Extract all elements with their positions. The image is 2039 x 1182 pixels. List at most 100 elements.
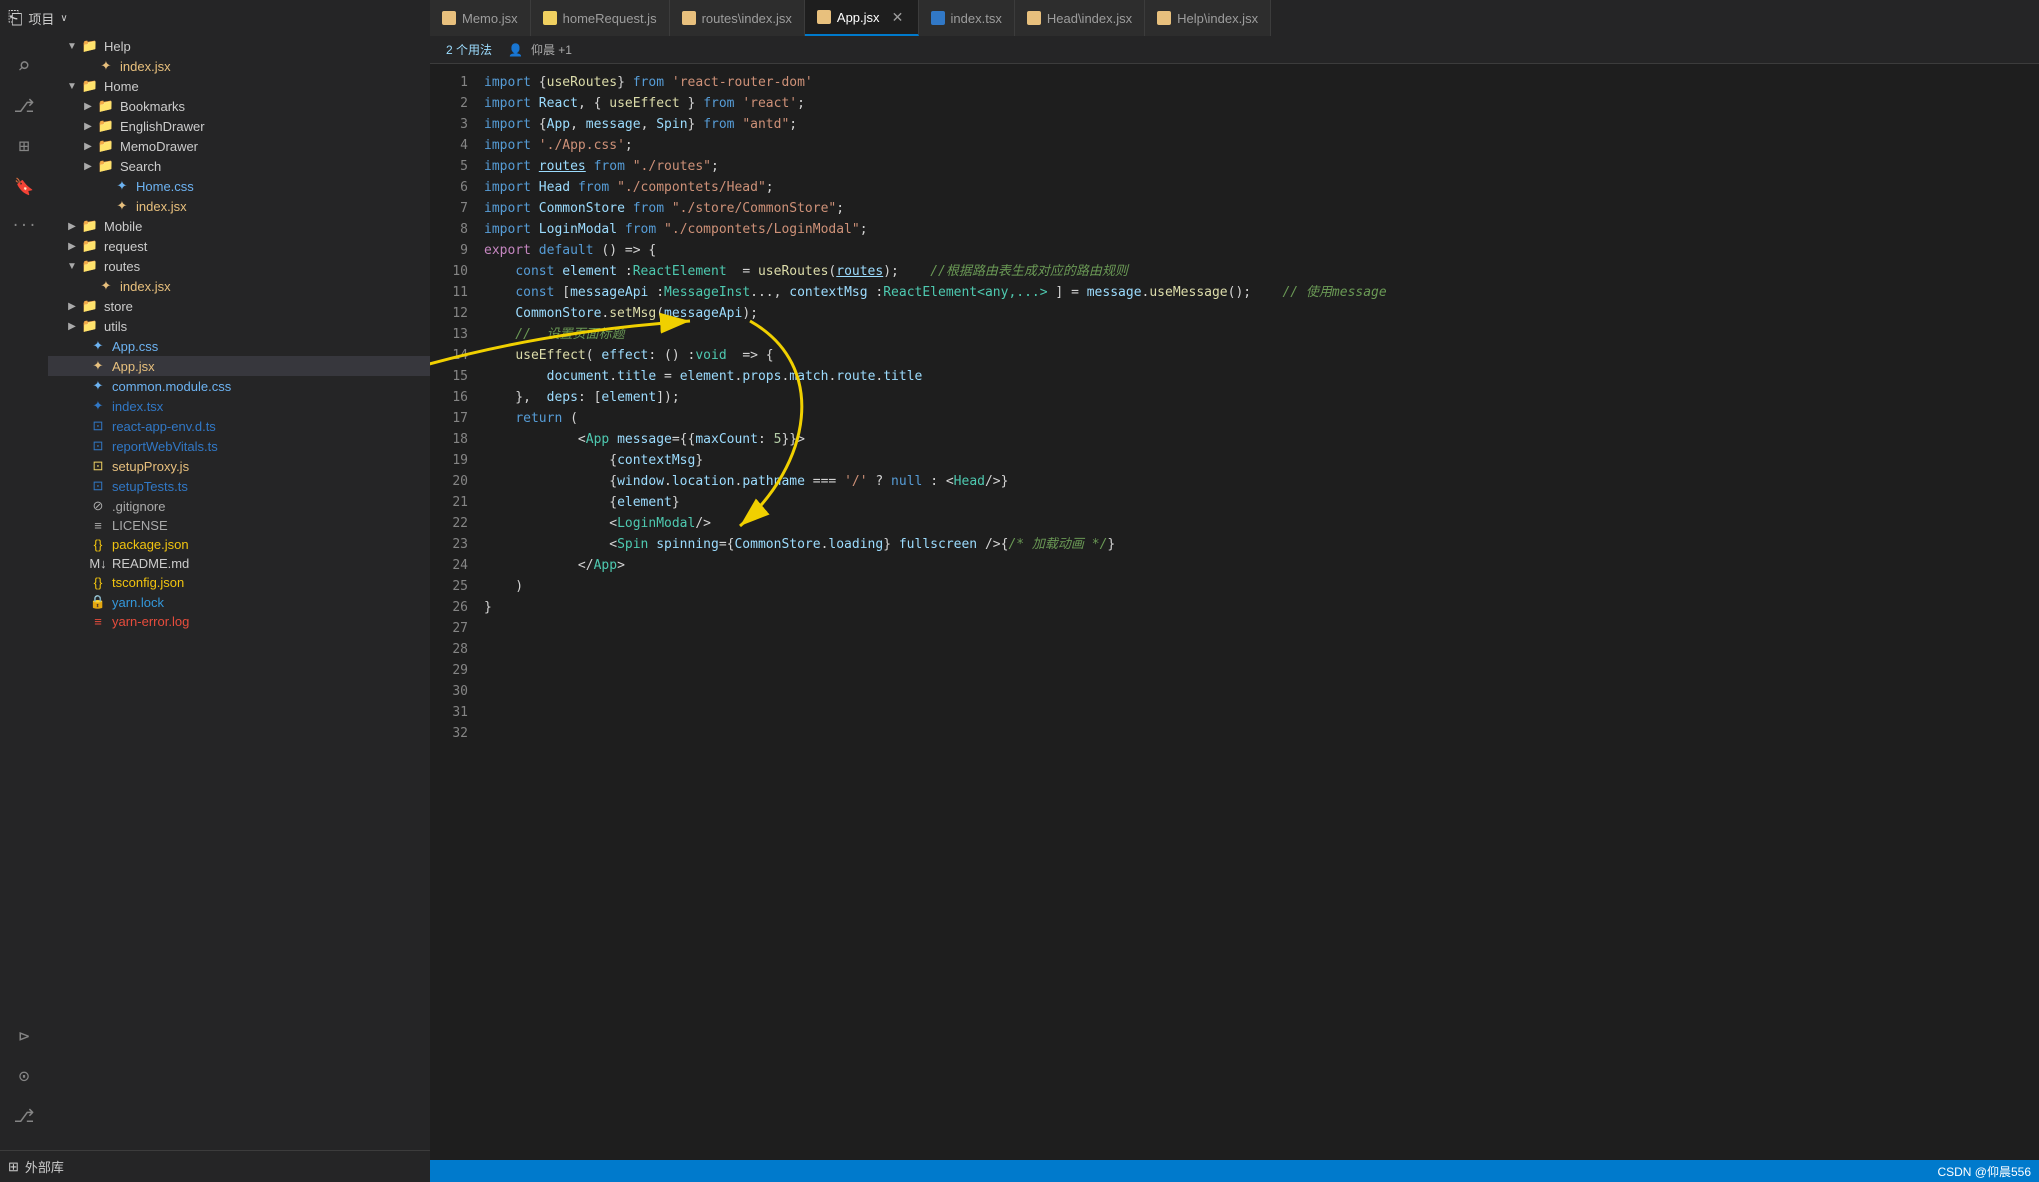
- remote-activity-icon[interactable]: ⊳: [6, 1018, 42, 1054]
- jsx-file-icon-app: ✦: [88, 358, 108, 374]
- activity-bar: ⎘ ⌕ ⎇ ⊞ 🔖 ··· ⊳ ⊙ ⎇ ⚙: [0, 0, 48, 1182]
- folder-bookmarks-label: Bookmarks: [120, 99, 185, 114]
- folder-icon-memodrawer: 📁: [96, 138, 116, 154]
- arrow-routes: ▼: [64, 261, 80, 272]
- folder-icon-request: 📁: [80, 238, 100, 254]
- code-line-31: ): [480, 576, 2039, 597]
- folder-routes[interactable]: ▼ 📁 routes: [48, 256, 430, 276]
- code-line-1: import {useRoutes} from 'react-router-do…: [480, 72, 2039, 93]
- file-package-json[interactable]: {} package.json: [48, 535, 430, 554]
- code-line-7: import Head from "./compontets/Head";: [480, 177, 2039, 198]
- arrow-bookmarks: ▶: [80, 101, 96, 112]
- account-activity-icon[interactable]: ⊙: [6, 1058, 42, 1094]
- file-home-index[interactable]: ✦ index.jsx: [48, 196, 430, 216]
- folder-store[interactable]: ▶ 📁 store: [48, 296, 430, 316]
- tab-close-appjsx[interactable]: ✕: [890, 9, 906, 25]
- folder-memodrawer[interactable]: ▶ 📁 MemoDrawer: [48, 136, 430, 156]
- arrow-utils: ▶: [64, 321, 80, 332]
- code-line-23: return (: [480, 408, 2039, 429]
- tab-routesindex[interactable]: routes\index.jsx: [670, 0, 805, 36]
- project-button[interactable]: ⎗ 项目 ∨: [8, 8, 68, 29]
- file-tsconfig[interactable]: {} tsconfig.json: [48, 573, 430, 592]
- css-file-icon: ✦: [112, 178, 132, 194]
- tab-memo[interactable]: Memo.jsx: [430, 0, 531, 36]
- folder-search[interactable]: ▶ 📁 Search: [48, 156, 430, 176]
- file-setuptests-label: setupTests.ts: [112, 479, 188, 494]
- folder-icon-utils: 📁: [80, 318, 100, 334]
- search-activity-icon[interactable]: ⌕: [6, 48, 42, 84]
- project-label: 项目: [28, 9, 54, 28]
- file-help-index[interactable]: ✦ index.jsx: [48, 56, 430, 76]
- bookmark-activity-icon[interactable]: 🔖: [6, 168, 42, 204]
- file-index-tsx[interactable]: ✦ index.tsx: [48, 396, 430, 416]
- folder-mobile[interactable]: ▶ 📁 Mobile: [48, 216, 430, 236]
- folder-utils-label: utils: [104, 319, 127, 334]
- tab-icon-appjsx: [817, 10, 831, 24]
- file-appjsx-label: App.jsx: [112, 359, 155, 374]
- folder-open-icon-home: 📁: [80, 78, 100, 94]
- folder-help-label: Help: [104, 39, 131, 54]
- tab-icon-headindex: [1027, 11, 1041, 25]
- folder-request[interactable]: ▶ 📁 request: [48, 236, 430, 256]
- tab-icon-routesindex: [682, 11, 696, 25]
- file-appcss[interactable]: ✦ App.css: [48, 336, 430, 356]
- file-setupproxy[interactable]: ⊡ setupProxy.js: [48, 456, 430, 476]
- library-icon: ⊞: [8, 1159, 19, 1175]
- file-routes-index[interactable]: ✦ index.jsx: [48, 276, 430, 296]
- file-setuptests[interactable]: ⊡ setupTests.ts: [48, 476, 430, 496]
- tab-homerequest[interactable]: homeRequest.js: [531, 0, 670, 36]
- file-explorer: ▼ 📁 Help ✦ index.jsx ▼ 📁 Home: [48, 36, 430, 1182]
- file-yarn-lock[interactable]: 🔒 yarn.lock: [48, 592, 430, 612]
- file-home-css[interactable]: ✦ Home.css: [48, 176, 430, 196]
- tab-homerequest-label: homeRequest.js: [563, 11, 657, 26]
- tab-memo-label: Memo.jsx: [462, 11, 518, 26]
- extensions-activity-icon[interactable]: ⊞: [6, 128, 42, 164]
- file-gitignore[interactable]: ⊘ .gitignore: [48, 496, 430, 516]
- file-reportwebvitals[interactable]: ⊡ reportWebVitals.ts: [48, 436, 430, 456]
- folder-help[interactable]: ▼ 📁 Help: [48, 36, 430, 56]
- file-home-index-label: index.jsx: [136, 199, 187, 214]
- code-line-30: </App>: [480, 555, 2039, 576]
- file-common-css-label: common.module.css: [112, 379, 231, 394]
- file-license[interactable]: ≡ LICENSE: [48, 516, 430, 535]
- folder-open-icon: 📁: [80, 38, 100, 54]
- tab-appjsx-label: App.jsx: [837, 10, 880, 25]
- folder-home[interactable]: ▼ 📁 Home: [48, 76, 430, 96]
- folder-memodrawer-label: MemoDrawer: [120, 139, 198, 154]
- js-file-icon-proxy: ⊡: [88, 458, 108, 474]
- tab-icon-memo: [442, 11, 456, 25]
- folder-bookmarks[interactable]: ▶ 📁 Bookmarks: [48, 96, 430, 116]
- tab-bar: Memo.jsx homeRequest.js routes\index.jsx…: [430, 0, 2039, 36]
- tab-icon-helpindex: [1157, 11, 1171, 25]
- tab-icon-indextsx: [931, 11, 945, 25]
- file-yarn-lock-label: yarn.lock: [112, 595, 164, 610]
- file-common-css[interactable]: ✦ common.module.css: [48, 376, 430, 396]
- folder-store-label: store: [104, 299, 133, 314]
- code-info-bar: 2 个用法 👤 仰晨 +1: [430, 36, 2039, 64]
- source-control-activity-icon[interactable]: ⎇: [6, 88, 42, 124]
- status-bar: CSDN @仰晨556: [430, 1160, 2039, 1182]
- file-react-app-env[interactable]: ⊡ react-app-env.d.ts: [48, 416, 430, 436]
- code-line-28: <LoginModal/>: [480, 513, 2039, 534]
- more-activity-icon[interactable]: ···: [6, 208, 42, 244]
- arrow-help: ▼: [64, 41, 80, 52]
- tab-appjsx[interactable]: App.jsx ✕: [805, 0, 919, 36]
- folder-utils[interactable]: ▶ 📁 utils: [48, 316, 430, 336]
- code-content: import {useRoutes} from 'react-router-do…: [480, 64, 2039, 1182]
- user-icon: 👤: [508, 43, 523, 57]
- ts-file-icon-env: ⊡: [88, 418, 108, 434]
- code-line-19: useEffect( effect: () :void => {: [480, 345, 2039, 366]
- tab-indextsx[interactable]: index.tsx: [919, 0, 1015, 36]
- code-line-6: import routes from "./routes";: [480, 156, 2039, 177]
- tab-helpindex[interactable]: Help\index.jsx: [1145, 0, 1271, 36]
- git-activity-icon[interactable]: ⎇: [6, 1098, 42, 1134]
- code-line-8: import CommonStore from "./store/CommonS…: [480, 198, 2039, 219]
- file-appjsx[interactable]: ✦ App.jsx: [48, 356, 430, 376]
- code-line-12: const element :ReactElement = useRoutes(…: [480, 261, 2039, 282]
- tab-headindex[interactable]: Head\index.jsx: [1015, 0, 1145, 36]
- file-yarn-error[interactable]: ≡ yarn-error.log: [48, 612, 430, 631]
- file-setupproxy-label: setupProxy.js: [112, 459, 189, 474]
- file-readme[interactable]: M↓ README.md: [48, 554, 430, 573]
- arrow-home: ▼: [64, 81, 80, 92]
- folder-englishdrawer[interactable]: ▶ 📁 EnglishDrawer: [48, 116, 430, 136]
